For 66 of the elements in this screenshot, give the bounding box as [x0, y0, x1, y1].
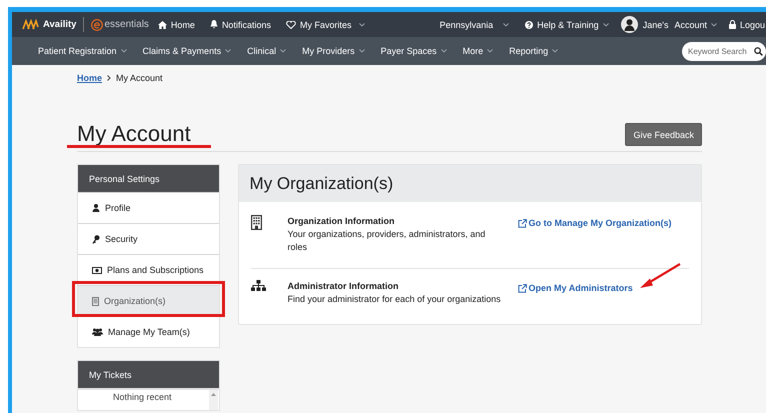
nav-menu[interactable]: Clinical: [247, 46, 286, 56]
breadcrumb-link[interactable]: Home: [77, 73, 102, 83]
nav-menu[interactable]: Claims & Payments: [142, 46, 232, 56]
caret-icon: [487, 49, 494, 53]
avatar-icon: [620, 16, 638, 33]
page-title: My Account: [77, 121, 191, 146]
panel-title: My Organization(s): [238, 165, 701, 202]
scrollbar[interactable]: [208, 390, 218, 410]
person-icon: [92, 204, 100, 212]
e-logo-icon: [91, 18, 104, 30]
external-link-icon: [518, 219, 527, 228]
tablet-icon: [92, 296, 99, 306]
caret-icon: [503, 22, 510, 26]
nav-menu[interactable]: Payer Spaces: [380, 46, 447, 56]
external-link[interactable]: Open My Administrators: [518, 282, 689, 295]
section-description: Your organizations, providers, administrators, and roles: [288, 228, 486, 254]
caret-icon: [358, 49, 365, 53]
breadcrumb-current: My Account: [116, 73, 163, 83]
group-icon: [92, 328, 103, 336]
section-title: Organization Information: [288, 215, 396, 228]
caret-icon: [280, 49, 286, 53]
brand-name: Availity: [43, 19, 76, 30]
key-icon: [92, 234, 100, 244]
chevron-icon: [107, 75, 112, 81]
caret-icon: [602, 22, 609, 26]
scroll-up-icon: [210, 393, 216, 396]
logo-icon: [22, 18, 39, 30]
caret-icon: [440, 49, 447, 53]
caret-icon: [552, 49, 558, 53]
home-icon: [158, 20, 167, 28]
user-name: Jane's: [642, 20, 668, 30]
nav-link[interactable]: My Favorites: [286, 20, 366, 30]
building-icon: [250, 215, 262, 230]
search-field[interactable]: Keyword Search: [682, 42, 766, 60]
help-menu[interactable]: Help & Training: [525, 20, 609, 30]
section-header: Personal Settings: [78, 165, 219, 192]
heart-icon: [286, 20, 296, 28]
bell-icon: [210, 20, 218, 29]
section-title: Administrator Information: [288, 280, 400, 293]
region-selector[interactable]: Pennsylvania: [440, 20, 510, 30]
empty-message: Nothing recent: [113, 392, 172, 402]
money-icon: [92, 266, 102, 274]
logout-link[interactable]: Logou: [740, 20, 765, 30]
nav-link[interactable]: Home: [158, 20, 195, 30]
help-icon: [525, 20, 534, 28]
section-description: Find your administrator for each of your organizations: [288, 293, 502, 306]
caret-icon: [359, 22, 366, 26]
sidebar-item[interactable]: Organization(s): [78, 285, 219, 316]
feedback-button[interactable]: Give Feedback: [625, 123, 702, 146]
external-link-icon: [518, 284, 527, 293]
nav-link[interactable]: Notifications: [210, 20, 271, 30]
caret-icon: [225, 49, 232, 53]
account-menu[interactable]: Account: [674, 20, 717, 30]
external-link[interactable]: Go to Manage My Organization(s): [518, 217, 689, 230]
lock-icon: [728, 20, 736, 29]
product-name: essentials: [104, 19, 149, 30]
section-header: My Tickets: [78, 361, 219, 388]
org-chart-icon: [250, 280, 266, 291]
nav-menu[interactable]: More: [462, 46, 494, 56]
annotation-arrow: [638, 263, 681, 291]
nav-menu[interactable]: Reporting: [509, 46, 558, 56]
nav-menu[interactable]: Patient Registration: [38, 46, 127, 56]
caret-icon: [710, 22, 717, 26]
caret-icon: [120, 49, 127, 53]
search-icon: [754, 46, 763, 56]
nav-menu[interactable]: My Providers: [302, 46, 365, 56]
